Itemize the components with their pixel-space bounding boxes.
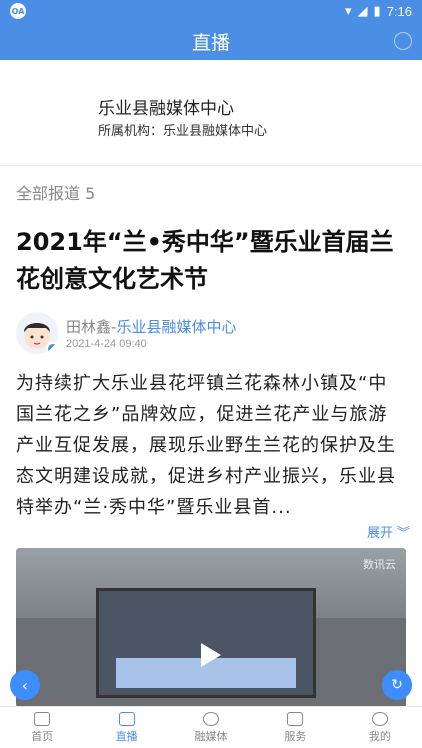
profile-icon bbox=[371, 711, 388, 726]
back-fab-button[interactable]: ‹ bbox=[10, 670, 40, 700]
status-bar: OA ▾ ◢ ▮ 7:16 bbox=[0, 0, 422, 22]
refresh-fab-button[interactable]: ↻ bbox=[382, 670, 412, 700]
report-count: 全部报道 5 bbox=[16, 184, 96, 203]
verified-badge-icon bbox=[46, 342, 58, 354]
video-player[interactable]: 数讯云 bbox=[16, 548, 406, 708]
battery-icon: ▮ bbox=[373, 3, 381, 18]
tab-service-label: 服务 bbox=[284, 729, 307, 743]
tab-profile[interactable]: 我的 bbox=[338, 707, 422, 748]
tab-media-label: 融媒体 bbox=[194, 729, 228, 743]
refresh-icon[interactable] bbox=[394, 32, 412, 50]
org-card: 乐业县融媒体中心 所属机构：乐业县融媒体中心 bbox=[0, 60, 422, 166]
signal-icon: ◢ bbox=[357, 3, 368, 18]
video-watermark: 数讯云 bbox=[363, 558, 396, 571]
live-icon bbox=[118, 711, 135, 726]
tab-live[interactable]: 直播 bbox=[84, 707, 168, 748]
tab-live-label: 直播 bbox=[115, 729, 138, 743]
wifi-icon: ▾ bbox=[345, 3, 352, 18]
expand-label: 展开 bbox=[366, 526, 393, 541]
page-title: 直播 bbox=[191, 31, 230, 54]
grid-icon bbox=[287, 711, 304, 726]
article-title[interactable]: 2021年“兰•秀中华”暨乐业首届兰花创意文化艺术节 bbox=[16, 224, 406, 298]
article-body: 为持续扩大乐业县花坪镇兰花森林小镇及“中国兰花之乡”品牌效应，促进兰花产业与旅游… bbox=[16, 373, 396, 518]
bottom-tabbar: 首页 直播 融媒体 服务 我的 bbox=[0, 706, 422, 748]
chevron-down-icon: ︾ bbox=[396, 526, 410, 541]
app-notification-icon: OA bbox=[10, 3, 26, 19]
tab-service[interactable]: 服务 bbox=[253, 707, 337, 748]
org-affiliation: 所属机构：乐业县融媒体中心 bbox=[98, 124, 268, 139]
tab-home[interactable]: 首页 bbox=[0, 707, 84, 748]
status-time: 7:16 bbox=[386, 3, 412, 19]
article-date: 2021-4-24 09:40 bbox=[66, 338, 147, 350]
chevron-left-icon: ‹ bbox=[21, 675, 29, 695]
author-org-link[interactable]: 乐业县融媒体中心 bbox=[116, 318, 236, 336]
status-right: ▾ ◢ ▮ 7:16 bbox=[345, 3, 412, 19]
author-line: 田林鑫-乐业县融媒体中心 bbox=[66, 316, 236, 337]
author-name[interactable]: 田林鑫 bbox=[66, 318, 111, 336]
home-icon bbox=[34, 711, 51, 726]
refresh-icon-small: ↻ bbox=[391, 677, 403, 693]
tab-media[interactable]: 融媒体 bbox=[169, 707, 253, 748]
author-avatar[interactable] bbox=[16, 312, 58, 354]
play-icon[interactable] bbox=[201, 643, 221, 667]
media-icon bbox=[203, 711, 220, 726]
expand-button[interactable]: 展开 ︾ bbox=[367, 522, 410, 541]
tab-profile-label: 我的 bbox=[368, 729, 391, 743]
top-header: 直播 bbox=[0, 22, 422, 60]
tab-home-label: 首页 bbox=[31, 729, 54, 743]
org-name: 乐业县融媒体中心 bbox=[98, 99, 234, 119]
